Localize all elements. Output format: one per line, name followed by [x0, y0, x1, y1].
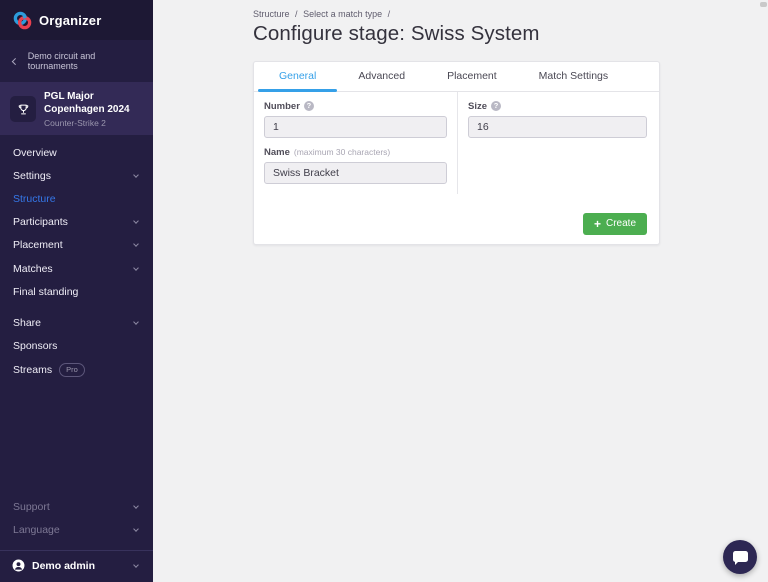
- tab-match-settings[interactable]: Match Settings: [518, 62, 629, 91]
- sidebar-item-label: Overview: [13, 146, 57, 159]
- tab-bar: General Advanced Placement Match Setting…: [254, 62, 659, 92]
- sidebar-footer: Support Language Demo admin: [0, 496, 153, 582]
- tab-general[interactable]: General: [258, 62, 338, 91]
- chevron-down-icon: [133, 171, 139, 178]
- sidebar-item-label: Final standing: [13, 285, 79, 298]
- number-label: Number ?: [264, 101, 447, 112]
- back-to-circuit-link[interactable]: Demo circuit and tournaments: [0, 40, 153, 82]
- form-column-right: Size ?: [458, 92, 659, 194]
- sidebar-item-settings[interactable]: Settings: [0, 164, 153, 187]
- tab-advanced[interactable]: Advanced: [337, 62, 426, 91]
- breadcrumb: Structure / Select a match type /: [253, 9, 768, 19]
- sidebar-item-support[interactable]: Support: [0, 496, 153, 519]
- scrollbar-thumb[interactable]: [760, 2, 767, 7]
- organizer-logo-icon: [13, 11, 32, 30]
- sidebar-item-sponsors[interactable]: Sponsors: [0, 335, 153, 358]
- create-button-label: Create: [605, 218, 636, 229]
- breadcrumb-separator: /: [387, 9, 391, 19]
- number-input[interactable]: [264, 115, 447, 138]
- breadcrumb-separator: /: [295, 9, 298, 19]
- name-label-text: Name: [264, 146, 290, 158]
- sidebar-item-label: Placement: [13, 239, 63, 252]
- form-column-left: Number ? Name (maximum 30 characters): [254, 91, 458, 194]
- help-icon[interactable]: ?: [303, 101, 314, 111]
- sidebar-item-final-standing[interactable]: Final standing: [0, 280, 153, 303]
- tournament-selector[interactable]: PGL Major Copenhagen 2024 Counter-Strike…: [0, 82, 153, 135]
- sidebar-item-label: Settings: [13, 169, 51, 182]
- chevron-down-icon: [133, 561, 139, 568]
- sidebar-item-label: Share: [13, 316, 42, 329]
- size-label-text: Size: [468, 100, 488, 112]
- tournament-title: PGL Major Copenhagen 2024: [44, 91, 130, 115]
- stage-form: Number ? Name (maximum 30 characters) Si…: [254, 91, 659, 194]
- sidebar-nav: Overview Settings Structure Participants…: [0, 135, 153, 382]
- sidebar-item-label: Sponsors: [13, 340, 58, 353]
- pro-badge: Pro: [59, 363, 85, 377]
- sidebar-item-label: Matches: [13, 262, 53, 275]
- main-content: Structure / Select a match type / Config…: [155, 0, 768, 582]
- sidebar-item-structure[interactable]: Structure: [0, 187, 153, 210]
- size-input[interactable]: [468, 115, 647, 138]
- chat-widget-button[interactable]: [723, 540, 757, 574]
- number-label-text: Number: [264, 100, 300, 112]
- app-logo-row[interactable]: Organizer: [0, 0, 153, 40]
- account-label: Demo admin: [32, 559, 96, 572]
- name-hint: (maximum 30 characters): [293, 147, 391, 157]
- help-icon[interactable]: ?: [491, 101, 502, 111]
- page-title: Configure stage: Swiss System: [253, 22, 540, 45]
- sidebar-item-overview[interactable]: Overview: [0, 141, 153, 164]
- chevron-down-icon: [133, 218, 139, 224]
- back-link-label: Demo circuit and tournaments: [27, 51, 96, 71]
- size-label: Size ?: [468, 101, 647, 112]
- sidebar-item-matches[interactable]: Matches: [0, 257, 153, 280]
- chat-bubble-icon: [732, 550, 748, 565]
- configure-stage-card: General Advanced Placement Match Setting…: [253, 61, 660, 245]
- create-button[interactable]: + Create: [582, 212, 647, 235]
- name-input[interactable]: [264, 161, 447, 184]
- sidebar-item-label: Language: [13, 524, 60, 537]
- chevron-left-icon: [11, 57, 19, 65]
- sidebar-item-label: Participants: [13, 216, 68, 229]
- app-title: Organizer: [39, 13, 102, 28]
- plus-icon: +: [593, 216, 601, 231]
- user-icon: [12, 559, 25, 572]
- tab-placement[interactable]: Placement: [426, 62, 518, 91]
- chevron-down-icon: [133, 264, 139, 271]
- sidebar-item-label: Structure: [13, 192, 56, 205]
- name-label: Name (maximum 30 characters): [264, 147, 447, 158]
- sidebar-item-language[interactable]: Language: [0, 519, 153, 542]
- sidebar-item-streams[interactable]: Streams Pro: [0, 358, 153, 383]
- chevron-down-icon: [133, 319, 139, 325]
- breadcrumb-match-type[interactable]: Select a match type: [303, 9, 382, 19]
- tournament-game: Counter-Strike 2: [44, 118, 106, 128]
- card-footer: + Create: [254, 194, 659, 244]
- account-menu[interactable]: Demo admin: [0, 550, 153, 582]
- chevron-down-icon: [133, 526, 139, 533]
- sidebar-item-label: Streams: [13, 364, 53, 377]
- sidebar-item-label: Support: [13, 501, 50, 514]
- sidebar-item-share[interactable]: Share: [0, 311, 153, 334]
- sidebar-item-participants[interactable]: Participants: [0, 211, 153, 234]
- chevron-down-icon: [133, 241, 139, 248]
- chat-bubble-tail: [734, 560, 739, 565]
- sidebar-item-placement[interactable]: Placement: [0, 234, 153, 257]
- chevron-down-icon: [133, 503, 139, 510]
- breadcrumb-structure[interactable]: Structure: [253, 9, 290, 19]
- trophy-icon: [10, 96, 36, 122]
- sidebar: Organizer Demo circuit and tournaments P…: [0, 0, 153, 582]
